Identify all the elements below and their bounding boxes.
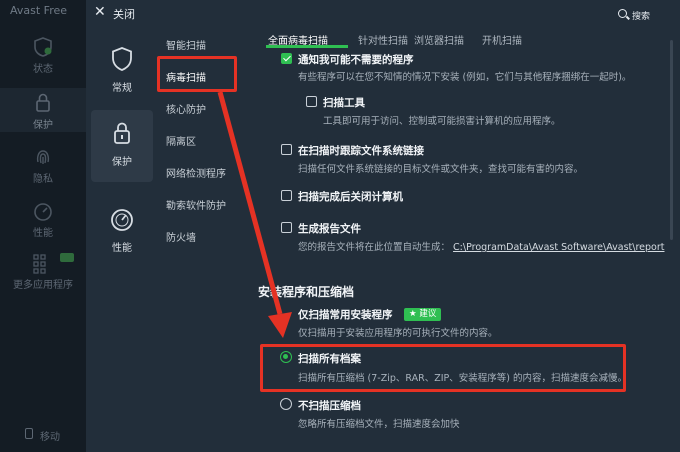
mobile-icon bbox=[25, 428, 33, 439]
scan-tools-checkbox[interactable] bbox=[306, 96, 317, 107]
archive-section-heading: 安装程序和压缩档 bbox=[258, 285, 355, 299]
search-icon[interactable] bbox=[618, 9, 627, 18]
search-button[interactable]: 搜索 bbox=[632, 9, 650, 22]
subcategory-network-inspector[interactable]: 网络检测程序 bbox=[166, 165, 226, 180]
archive-none-desc: 忽略所有压缩档文件，扫描速度会加快 bbox=[298, 419, 460, 430]
report-desc: 您的报告文件将在此位置自动生成： C:\ProgramData\Avast So… bbox=[298, 239, 664, 253]
category-general[interactable]: 常规 bbox=[86, 36, 158, 108]
category-label: 保护 bbox=[112, 157, 132, 168]
app-nav-label: 隐私 bbox=[33, 174, 53, 185]
category-label: 常规 bbox=[112, 83, 132, 94]
lock-icon bbox=[114, 122, 130, 144]
scan-tools-title: 扫描工具 bbox=[323, 97, 365, 109]
notify-pup-title: 通知我可能不需要的程序 bbox=[298, 54, 414, 66]
new-badge bbox=[60, 253, 74, 262]
app-title: Avast Free bbox=[10, 4, 68, 17]
subcategory-smart-scan[interactable]: 智能扫描 bbox=[166, 37, 206, 52]
report-title: 生成报告文件 bbox=[298, 223, 361, 235]
category-label: 性能 bbox=[112, 243, 132, 254]
app-nav-label: 性能 bbox=[33, 228, 53, 239]
tab-boot-scan[interactable]: 开机扫描 bbox=[482, 32, 522, 47]
app-nav-privacy[interactable]: 隐私 bbox=[0, 146, 86, 185]
fingerprint-icon bbox=[36, 150, 50, 164]
subcategory-core-shields[interactable]: 核心防护 bbox=[166, 101, 206, 116]
shield-icon bbox=[112, 47, 132, 71]
follow-links-desc: 扫描任何文件系统链接的目标文件或文件夹，查找可能有害的内容。 bbox=[298, 164, 584, 175]
archive-none-radio[interactable] bbox=[280, 398, 292, 410]
gauge-icon bbox=[34, 203, 52, 221]
archive-common-desc: 仅扫描用于安装应用程序的可执行文件的内容。 bbox=[298, 328, 498, 339]
category-protection[interactable]: 保护 bbox=[91, 110, 153, 182]
category-performance[interactable]: 性能 bbox=[86, 196, 158, 268]
scan-tools-desc: 工具即可用于访问、控制或可能损害计算机的应用程序。 bbox=[323, 116, 561, 127]
scrollbar[interactable] bbox=[670, 40, 673, 240]
subcategory-ransomware-shield[interactable]: 勒索软件防护 bbox=[166, 197, 226, 212]
tab-browser-scan[interactable]: 浏览器扫描 bbox=[414, 32, 464, 47]
app-nav-label: 保护 bbox=[33, 120, 53, 131]
gauge-icon bbox=[111, 209, 133, 231]
settings-panel: ✕ 关闭 搜索 常规 保护 性能 智能扫描 病毒扫描 核心防护 隔离区 网络检测… bbox=[86, 0, 680, 452]
recommended-badge-label: 建议 bbox=[419, 309, 437, 319]
close-icon[interactable]: ✕ bbox=[94, 4, 106, 20]
app-nav-protection[interactable]: 保护 bbox=[0, 88, 86, 132]
notify-pup-checkbox[interactable] bbox=[281, 53, 292, 64]
shutdown-checkbox[interactable] bbox=[281, 190, 292, 201]
notify-pup-desc: 有些程序可以在您不知情的情况下安装 (例如，它们与其他程序捆绑在一起时)。 bbox=[298, 72, 632, 83]
report-desc-text: 您的报告文件将在此位置自动生成： bbox=[298, 242, 451, 253]
subcategory-highlight-box bbox=[157, 56, 237, 92]
archive-common-title: 仅扫描常用安装程序 bbox=[298, 309, 393, 321]
app-nav-status[interactable]: 状态 bbox=[0, 36, 86, 75]
report-path-link[interactable]: C:\ProgramData\Avast Software\Avast\repo… bbox=[453, 242, 664, 253]
active-tab-indicator bbox=[266, 45, 348, 48]
recommended-badge: ★ 建议 bbox=[404, 308, 442, 321]
grid-icon bbox=[33, 254, 46, 274]
tab-targeted-scan[interactable]: 针对性扫描 bbox=[358, 32, 408, 47]
app-nav-label: 状态 bbox=[33, 64, 53, 75]
follow-links-title: 在扫描时跟踪文件系统链接 bbox=[298, 145, 424, 157]
report-checkbox[interactable] bbox=[281, 222, 292, 233]
archive-all-highlight-box bbox=[260, 344, 626, 392]
settings-topbar: ✕ 关闭 搜索 bbox=[86, 0, 680, 28]
subcategory-firewall[interactable]: 防火墙 bbox=[166, 229, 196, 244]
shutdown-title: 扫描完成后关闭计算机 bbox=[298, 191, 403, 203]
shield-check-icon bbox=[34, 37, 52, 57]
subcategory-quarantine[interactable]: 隔离区 bbox=[166, 133, 196, 148]
archive-none-title: 不扫描压缩档 bbox=[298, 400, 361, 412]
app-nav-performance[interactable]: 性能 bbox=[0, 200, 86, 239]
app-sidebar: Avast Free 状态 保护 隐私 性能 更多应用程序 移动 bbox=[0, 0, 86, 452]
app-move-label[interactable]: 移动 bbox=[40, 428, 60, 443]
close-button[interactable]: 关闭 bbox=[113, 6, 135, 22]
follow-links-checkbox[interactable] bbox=[281, 144, 292, 155]
lock-icon bbox=[36, 93, 50, 112]
app-nav-label: 更多应用程序 bbox=[13, 280, 73, 291]
